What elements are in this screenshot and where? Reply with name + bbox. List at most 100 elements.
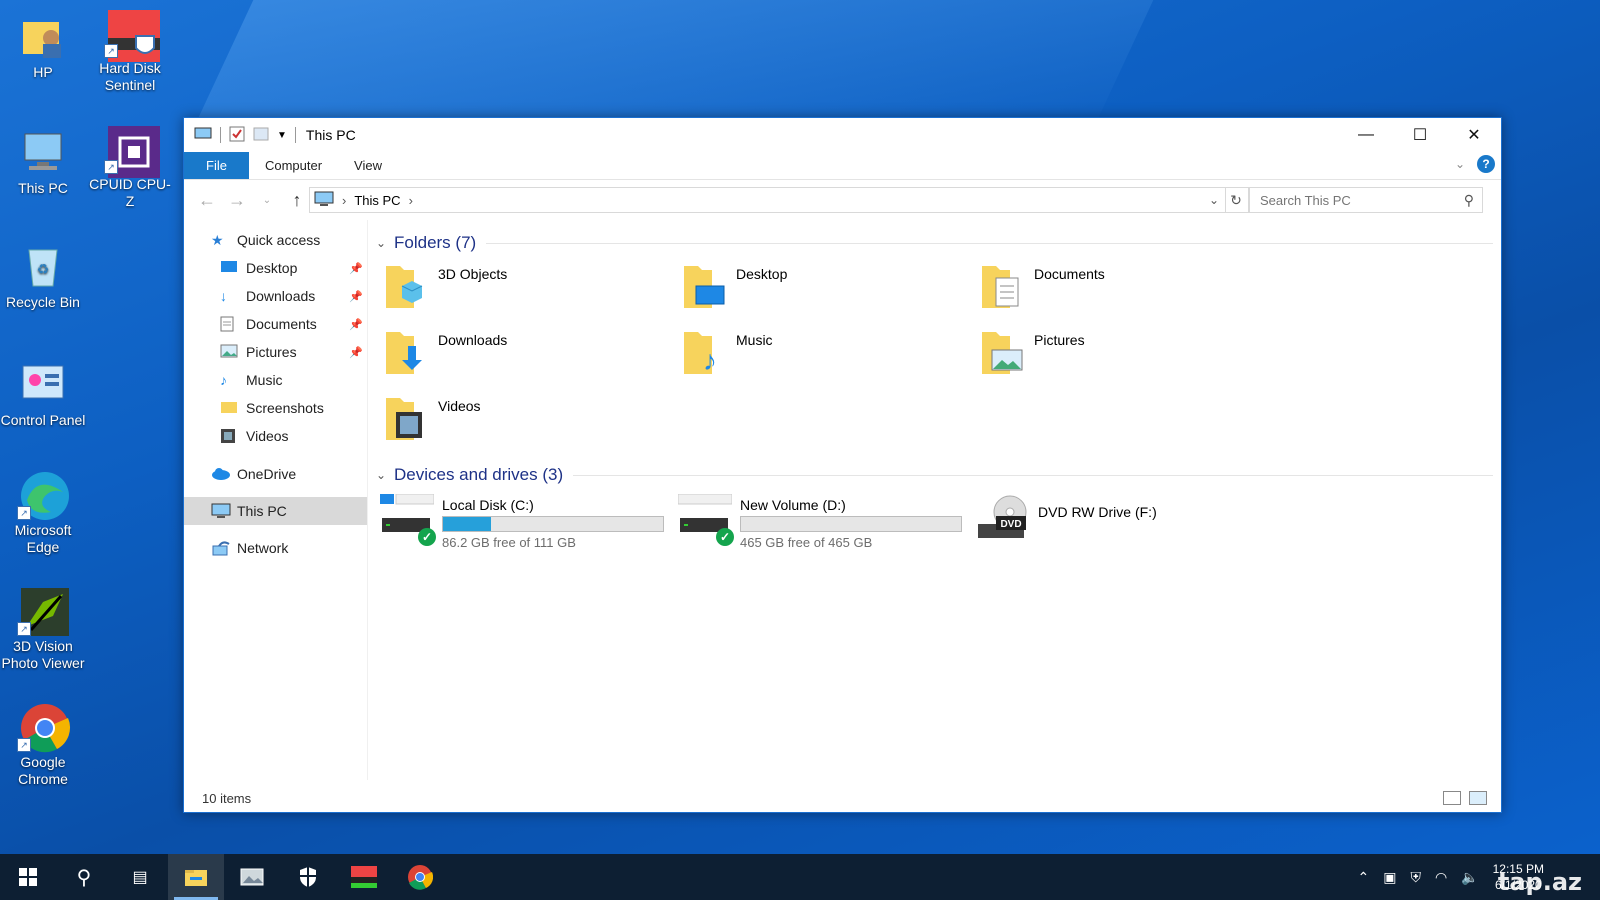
recent-locations-button[interactable]: ⌄ [252,195,282,206]
search-icon[interactable]: ⚲ [1464,192,1474,209]
folder-videos[interactable]: Videos [382,394,680,446]
taskbar-hard-disk-sentinel[interactable] [336,854,392,900]
breadcrumb-separator-icon[interactable]: › [409,193,413,208]
folder-name: Desktop [736,266,788,282]
drive-usage-bar [442,516,664,532]
drive-c[interactable]: ✓ Local Disk (C:) 86.2 GB free of 111 GB [380,493,678,554]
desktop-icon-this-pc[interactable]: This PC [0,128,86,197]
search-button[interactable]: ⚲ [56,854,112,900]
nav-quick-access[interactable]: ★ Quick access [184,226,367,254]
volume-muted-icon[interactable]: 🔈 [1461,869,1478,886]
nav-label: Screenshots [246,400,324,416]
divider [220,127,221,143]
nav-label: OneDrive [237,466,297,482]
taskbar-file-explorer[interactable] [168,854,224,900]
task-view-button[interactable]: ▤ [112,854,168,900]
desktop-icon-recycle-bin[interactable]: ♻ Recycle Bin [0,242,86,311]
refresh-button[interactable]: ↻ [1224,187,1249,213]
dvd-drive-icon: DVD [976,494,1030,544]
desktop-icon-label: HP [33,64,53,80]
expand-ribbon-icon[interactable]: ⌄ [1455,157,1465,171]
nav-pictures[interactable]: Pictures 📌 [184,338,367,366]
folder-documents[interactable]: Documents [978,262,1276,314]
folder-3d-objects[interactable]: 3D Objects [382,262,680,314]
large-icons-view-icon[interactable] [1469,791,1487,805]
breadcrumb-this-pc[interactable]: This PC [354,193,400,208]
desktop-icon-control-panel[interactable]: Control Panel [0,360,86,429]
address-bar[interactable]: › This PC › ⌄ [309,187,1226,213]
folder-pictures[interactable]: Pictures [978,328,1276,380]
file-explorer-icon [185,870,207,886]
folders-group-header[interactable]: ⌄ Folders (7) [372,230,1501,256]
security-tray-icon[interactable]: ⛨ [1410,869,1421,886]
nav-screenshots[interactable]: Screenshots [184,394,367,422]
drive-f-dvd[interactable]: DVD DVD RW Drive (F:) [976,494,1274,554]
search-input[interactable] [1258,191,1452,209]
address-row: ← → ⌄ ↑ › This PC › ⌄ ↻ ⚲ [184,180,1501,220]
desktop-icon-3d-vision[interactable]: ↗ 3D Vision Photo Viewer [0,586,86,672]
control-panel-icon [19,360,67,408]
up-button[interactable]: ↑ [282,190,312,211]
pin-icon[interactable]: 📌 [349,290,363,303]
drive-usage-bar [740,516,962,532]
ribbon-right-controls: ⌄ ? [1455,155,1495,173]
nav-documents[interactable]: Documents 📌 [184,310,367,338]
drive-free-space: 86.2 GB free of 111 GB [442,535,576,550]
pin-icon[interactable]: 📌 [349,346,363,359]
address-dropdown-icon[interactable]: ⌄ [1209,193,1219,207]
collapse-chevron-icon[interactable]: ⌄ [372,468,390,482]
taskbar-3d-vision[interactable] [224,854,280,900]
taskbar-security[interactable] [280,854,336,900]
desktop-icon-hard-disk-sentinel[interactable]: ↗ Hard Disk Sentinel [87,8,173,94]
nav-music[interactable]: ♪ Music [184,366,367,394]
title-bar[interactable]: ▼ This PC — ☐ ✕ [184,118,1501,152]
search-box[interactable]: ⚲ [1249,187,1483,213]
nav-this-pc[interactable]: This PC [184,497,367,525]
minimize-button[interactable]: — [1339,118,1393,152]
drives-group-header[interactable]: ⌄ Devices and drives (3) [372,462,1501,488]
close-button[interactable]: ✕ [1447,118,1501,152]
back-button[interactable]: ← [192,190,222,211]
pin-icon[interactable]: 📌 [349,318,363,331]
show-hidden-icons-chevron-icon[interactable]: ⌃ [1358,869,1370,886]
customize-qat-icon[interactable]: ▼ [277,130,287,141]
wifi-icon[interactable]: ◠ [1435,869,1447,886]
taskbar-chrome[interactable] [392,854,448,900]
nav-network[interactable]: Network [184,534,367,562]
videos-folder-icon [382,394,430,442]
film-icon [220,428,238,444]
tab-file[interactable]: File [184,152,249,179]
folder-music[interactable]: ♪ Music [680,328,978,380]
details-view-icon[interactable] [1443,791,1461,805]
ribbon-tabs: File Computer View ⌄ ? [184,152,1501,180]
start-button[interactable] [0,854,56,900]
document-icon [220,316,238,332]
desktop-icon-edge[interactable]: ↗ Microsoft Edge [0,470,86,556]
nav-onedrive[interactable]: OneDrive [184,460,367,488]
breadcrumb-separator-icon[interactable]: › [342,193,346,208]
collapse-chevron-icon[interactable]: ⌄ [372,236,390,250]
desktop-icon-hp[interactable]: HP [0,12,86,81]
desktop-icon-cpuz[interactable]: ↗ CPUID CPU-Z [87,124,173,210]
file-explorer-window: ▼ This PC — ☐ ✕ File Computer View ⌄ ? ←… [183,117,1502,813]
nav-downloads[interactable]: ↓ Downloads 📌 [184,282,367,310]
action-center-badge-icon[interactable]: ▣ [1383,869,1396,886]
forward-button[interactable]: → [222,190,252,211]
maximize-button[interactable]: ☐ [1393,118,1447,152]
nav-desktop[interactable]: Desktop 📌 [184,254,367,282]
desktop-icon-chrome[interactable]: ↗ Google Chrome [0,702,86,788]
folder-desktop[interactable]: Desktop [680,262,978,314]
tab-computer[interactable]: Computer [249,152,338,179]
folder-name: Music [736,332,773,348]
help-icon[interactable]: ? [1477,155,1495,173]
nav-videos[interactable]: Videos [184,422,367,450]
pin-icon[interactable]: 📌 [349,262,363,275]
downloads-folder-icon [382,328,430,376]
properties-icon[interactable] [229,126,245,145]
desktop-icon-label: This PC [18,180,68,196]
tab-view[interactable]: View [338,152,398,179]
new-folder-icon[interactable] [253,126,269,145]
folder-downloads[interactable]: Downloads [382,328,680,380]
status-bar: 10 items [184,784,1501,812]
drive-d[interactable]: ✓ New Volume (D:) 465 GB free of 465 GB [677,493,976,554]
